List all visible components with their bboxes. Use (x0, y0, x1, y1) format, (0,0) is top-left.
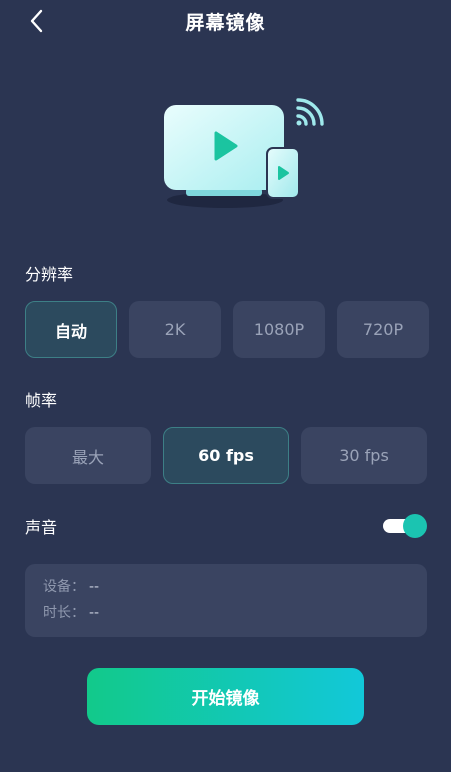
resolution-option-auto[interactable]: 自动 (25, 301, 117, 358)
page-title: 屏幕镜像 (185, 12, 266, 34)
duration-value: -- (89, 605, 100, 621)
screen-mirror-illustration (150, 92, 330, 222)
duration-info-line: 时长： -- (43, 600, 409, 626)
framerate-label: 帧率 (25, 391, 58, 410)
start-mirroring-button[interactable]: 开始镜像 (87, 668, 364, 725)
resolution-options: 自动 2K 1080P 720P (25, 301, 429, 358)
device-value: -- (89, 579, 100, 595)
device-label: 设备： (43, 579, 85, 595)
duration-label: 时长： (43, 605, 85, 621)
sound-label: 声音 (25, 518, 58, 537)
framerate-options: 最大 60 fps 30 fps (25, 427, 427, 484)
resolution-option-2k[interactable]: 2K (129, 301, 221, 358)
resolution-option-720p[interactable]: 720P (337, 301, 429, 358)
resolution-label: 分辨率 (25, 265, 74, 284)
sound-toggle[interactable] (383, 514, 427, 538)
framerate-option-60fps[interactable]: 60 fps (163, 427, 289, 484)
resolution-option-1080p[interactable]: 1080P (233, 301, 325, 358)
header-bar: 屏幕镜像 (0, 0, 451, 44)
framerate-option-max[interactable]: 最大 (25, 427, 151, 484)
device-info-panel: 设备： -- 时长： -- (25, 564, 427, 637)
framerate-option-30fps[interactable]: 30 fps (301, 427, 427, 484)
wifi-icon (296, 98, 324, 126)
device-info-line: 设备： -- (43, 574, 409, 600)
toggle-knob (403, 514, 427, 538)
